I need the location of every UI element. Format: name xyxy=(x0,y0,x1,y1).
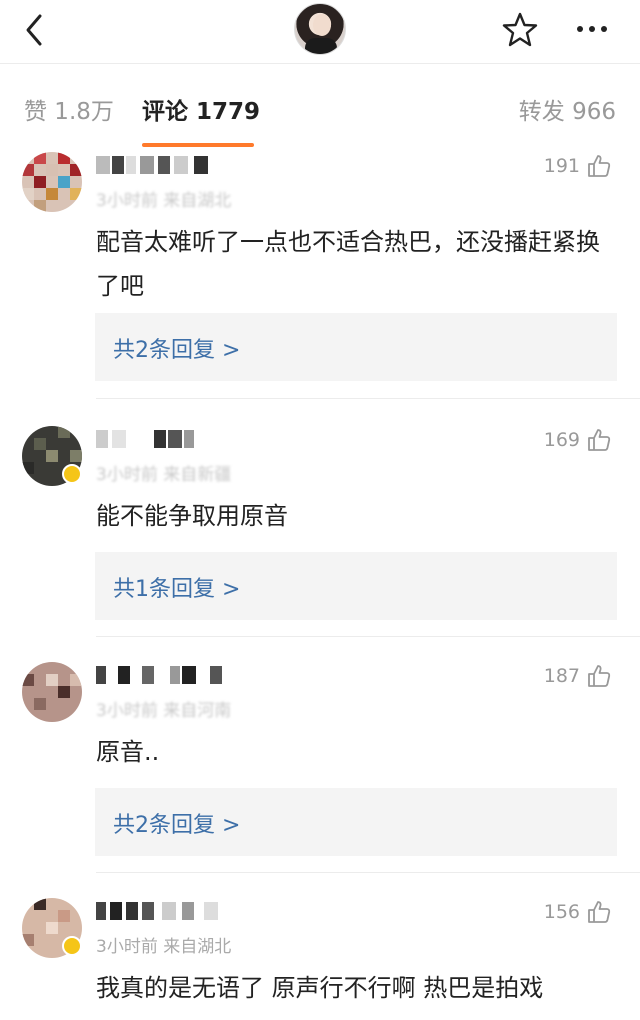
like-count: 156 xyxy=(543,901,580,923)
thumbs-up-icon xyxy=(588,665,611,687)
comment-text: 能不能争取用原音 xyxy=(96,502,288,530)
comment-meta-text: 3小时前 来自新疆 xyxy=(96,465,232,485)
tab-comments[interactable]: 评论 1779 xyxy=(142,92,260,126)
reply-thread-link[interactable]: 共2条回复 > xyxy=(95,313,617,381)
comment-text: 我真的是无语了 原声行不行啊 热巴是拍戏 xyxy=(96,974,544,1002)
comment-meta-text: 3小时前 来自河南 xyxy=(96,701,232,721)
divider xyxy=(96,872,640,873)
reply-count-link[interactable]: 共1条回复 > xyxy=(113,571,240,603)
comment-text: 原音.. xyxy=(96,738,160,766)
tab-reposts[interactable]: 转发 966 xyxy=(519,92,616,126)
like-button[interactable]: 169 xyxy=(544,425,612,455)
commenter-name-blurred[interactable] xyxy=(96,666,226,684)
verified-badge-icon xyxy=(62,464,82,484)
comment-text: 配音太难听了一点也不适合热巴，还没播赶紧换了吧 xyxy=(96,228,600,300)
like-button[interactable]: 156 xyxy=(544,897,612,927)
like-count: 191 xyxy=(543,155,580,177)
comment-meta: 3小时前 来自河南 xyxy=(96,696,231,721)
commenter-name-blurred[interactable] xyxy=(96,902,224,920)
reply-thread-link[interactable]: 共1条回复 > xyxy=(95,552,617,620)
like-button[interactable]: 191 xyxy=(544,151,612,181)
like-count: 187 xyxy=(543,665,580,687)
back-button[interactable] xyxy=(18,10,54,50)
commenter-name-blurred[interactable] xyxy=(96,156,224,174)
commenter-avatar[interactable] xyxy=(22,152,82,212)
verified-badge-icon xyxy=(62,936,82,956)
commenter-name-blurred[interactable] xyxy=(96,430,196,448)
reply-count-link[interactable]: 共2条回复 > xyxy=(113,332,240,364)
active-tab-indicator xyxy=(142,143,254,147)
tab-likes[interactable]: 赞 1.8万 xyxy=(24,92,114,126)
like-button[interactable]: 187 xyxy=(544,661,612,691)
commenter-avatar[interactable] xyxy=(22,662,82,722)
comment-meta: 3小时前 来自湖北 xyxy=(96,937,232,957)
thumbs-up-icon xyxy=(588,429,611,451)
reply-count-link[interactable]: 共2条回复 > xyxy=(113,807,240,839)
favorite-button[interactable] xyxy=(500,10,540,50)
avatar-coat xyxy=(305,38,337,54)
tab-bar: 赞 1.8万 评论 1779 转发 966 xyxy=(0,64,640,150)
like-count: 169 xyxy=(543,429,580,451)
divider xyxy=(96,636,640,637)
user-avatar[interactable] xyxy=(294,3,346,55)
comment-meta: 3小时前 来自新疆 xyxy=(96,460,231,485)
thumbs-up-icon xyxy=(588,901,611,923)
reply-thread-link[interactable]: 共2条回复 > xyxy=(95,788,617,856)
divider xyxy=(96,398,640,399)
ellipsis-icon xyxy=(577,26,607,32)
chevron-left-icon xyxy=(26,14,42,46)
star-outline-icon xyxy=(502,12,538,47)
more-button[interactable] xyxy=(572,14,612,44)
thumbs-up-icon xyxy=(588,155,611,177)
comment-meta-text: 3小时前 来自湖北 xyxy=(96,191,232,211)
avatar-face xyxy=(313,14,331,36)
comment-meta: 3小时前 来自湖北 xyxy=(96,186,231,211)
top-bar xyxy=(0,0,640,64)
